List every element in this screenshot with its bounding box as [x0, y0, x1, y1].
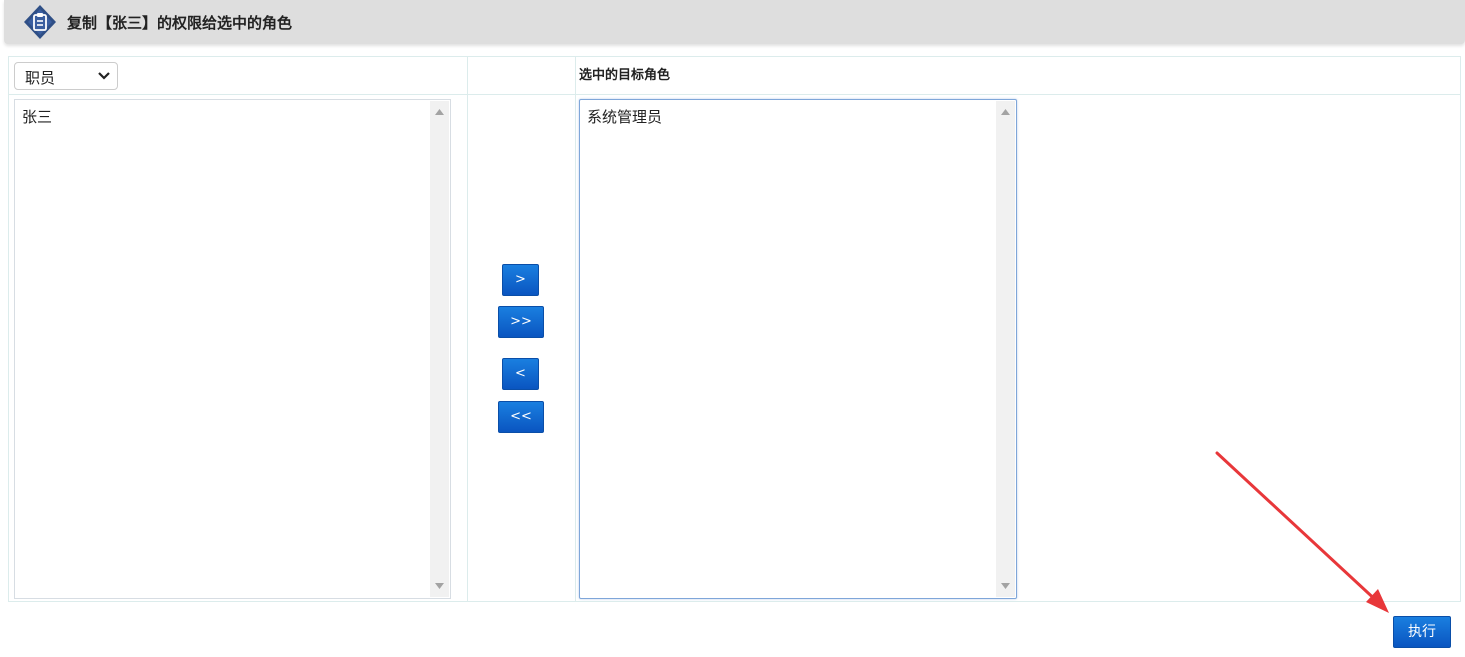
- role-type-select[interactable]: 职员: [14, 62, 118, 90]
- move-left-button[interactable]: <: [502, 358, 539, 390]
- clipboard-icon: [24, 5, 56, 39]
- list-item[interactable]: 张三: [22, 106, 52, 127]
- annotation-arrow-icon: [1215, 451, 1389, 613]
- scrollbar[interactable]: [996, 101, 1015, 597]
- role-type-select-value: 职员: [25, 69, 56, 87]
- scroll-down-icon[interactable]: [435, 583, 444, 589]
- move-right-button[interactable]: >: [502, 264, 539, 296]
- source-user-list[interactable]: 张三: [14, 99, 451, 599]
- scroll-down-icon[interactable]: [1001, 583, 1010, 589]
- chevron-down-icon: [98, 72, 110, 80]
- move-all-right-button[interactable]: >>: [498, 306, 544, 338]
- scrollbar[interactable]: [430, 101, 449, 597]
- page-title: 复制【张三】的权限给选中的角色: [67, 14, 293, 32]
- target-role-list[interactable]: 系统管理员: [579, 99, 1017, 599]
- scroll-up-icon[interactable]: [435, 109, 444, 115]
- column-divider: [467, 57, 468, 601]
- move-all-left-button[interactable]: <<: [498, 401, 544, 433]
- scroll-up-icon[interactable]: [1001, 109, 1010, 115]
- target-roles-header: 选中的目标角色: [579, 68, 671, 83]
- execute-button[interactable]: 执行: [1393, 616, 1451, 648]
- list-item[interactable]: 系统管理员: [587, 106, 662, 127]
- header-row-divider: [9, 94, 1460, 95]
- title-bar: 复制【张三】的权限给选中的角色: [4, 0, 1465, 44]
- column-divider: [575, 57, 576, 601]
